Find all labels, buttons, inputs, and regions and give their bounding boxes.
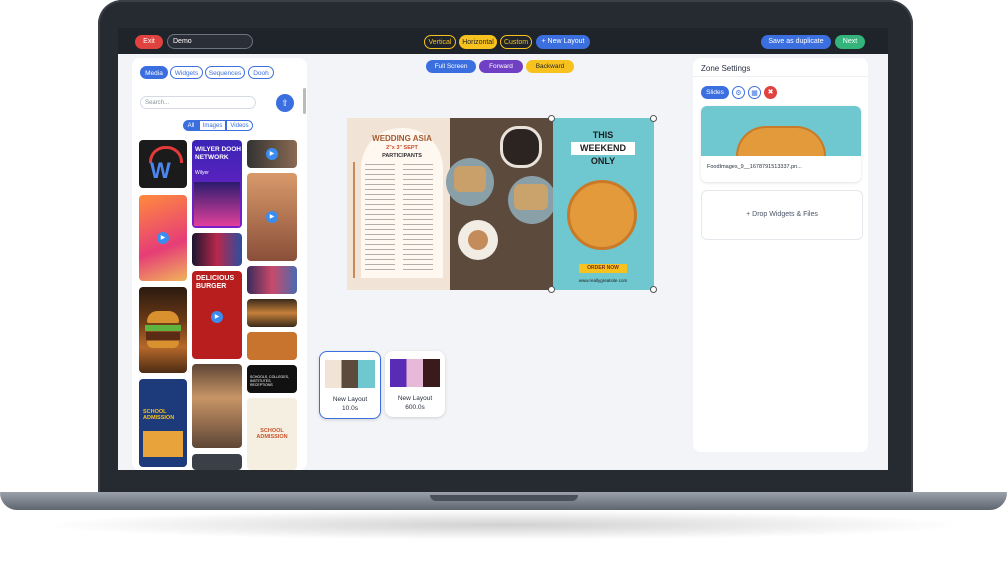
resize-handle[interactable] [650,115,657,122]
play-icon: ▶ [266,211,278,223]
full-screen-button[interactable]: Full Screen [426,60,476,73]
video-thumb-portrait[interactable]: ▶ [247,173,297,261]
media-panel: Media Widgets Sequences Dooh Search... ⇧… [132,58,307,470]
resize-handle[interactable] [548,115,555,122]
next-button[interactable]: Next [835,35,865,49]
zone-menu[interactable]: WEDDING ASIA 2"x 3" SEPT PARTICIPANTS [347,118,450,290]
orientation-vertical[interactable]: Vertical [424,35,456,49]
layout-name-input[interactable]: Demo [167,34,253,49]
calendar-icon[interactable]: ▦ [748,86,761,99]
video-thumb-dancer[interactable]: ▶ [139,195,187,281]
media-scrollbar[interactable] [303,88,306,114]
tab-widgets[interactable]: Widgets [170,66,203,79]
burger-thumb[interactable] [139,287,187,373]
stacked-burger-thumb[interactable] [192,364,242,448]
tab-sequences[interactable]: Sequences [205,66,245,79]
night-city-thumb[interactable] [247,266,297,294]
wilyer-logo-thumb[interactable]: W [139,140,187,188]
backward-button[interactable]: Backward [526,60,574,73]
play-icon: ▶ [266,148,278,160]
w-logo-icon: W [150,158,171,183]
filter-videos[interactable]: Videos [226,120,253,131]
filter-all[interactable]: All [183,120,199,131]
zone-photo[interactable] [446,118,556,290]
laptop-notch [430,495,578,501]
app-screen: Exit Demo Vertical Horizontal Custom + N… [118,28,888,470]
laptop-shadow [40,510,967,540]
orientation-horizontal[interactable]: Horizontal [459,35,497,49]
save-duplicate-button[interactable]: Save as duplicate [761,35,831,49]
city-thumb[interactable] [192,233,242,266]
pizza-image [567,180,637,250]
orientation-custom[interactable]: Custom [500,35,532,49]
pizza-thumb[interactable] [247,332,297,360]
resize-handle[interactable] [650,286,657,293]
wilyer-network-thumb[interactable]: WILYER DOOH NETWORK Wilyer [192,140,242,228]
slides-tab[interactable]: Slides [701,86,729,99]
school-admission-thumb[interactable]: SCHOOL ADMISSION [139,379,187,467]
tab-media[interactable]: Media [140,66,168,79]
delicious-burger-thumb[interactable]: DELICIOUS BURGER ▶ [192,271,242,359]
layout-card-1[interactable]: New Layout 10.0s [319,351,381,419]
new-layout-button[interactable]: + New Layout [536,35,590,49]
top-toolbar: Exit Demo Vertical Horizontal Custom + N… [118,28,888,54]
zone-pizza-promo[interactable]: THIS WEEKEND ONLY ORDER NOW www.reallygr… [553,118,654,290]
tab-dooh[interactable]: Dooh [248,66,274,79]
drop-zone[interactable]: + Drop Widgets & Files [701,190,863,240]
exit-button[interactable]: Exit [135,35,163,49]
layout-card-2[interactable]: New Layout 600.0s [385,351,445,417]
text-thumb[interactable]: SCHOOLS, COLLEGES, INSTITUTES, RECEPTION… [247,365,297,393]
school-admission-thumb-2[interactable]: SCHOOL ADMISSION [247,398,297,470]
burger-small-thumb[interactable] [247,299,297,327]
filter-images[interactable]: Images [199,120,226,131]
forward-button[interactable]: Forward [479,60,523,73]
resize-handle[interactable] [548,286,555,293]
zone-settings-panel: Zone Settings Slides ⚙ ▦ ✖ FoodImages_9_… [693,58,868,452]
layout-canvas[interactable]: WEDDING ASIA 2"x 3" SEPT PARTICIPANTS TH… [347,118,654,290]
zone-settings-title: Zone Settings [701,64,751,73]
slide-thumbnail [701,106,861,156]
delete-icon[interactable]: ✖ [764,86,777,99]
media-thumb[interactable] [192,454,242,470]
upload-icon[interactable]: ⇧ [276,94,294,112]
slide-card[interactable]: FoodImages_9__1678791513337.pn... [701,106,861,182]
play-icon: ▶ [157,232,169,244]
search-input[interactable]: Search... [140,96,256,109]
video-thumb-small[interactable]: ▶ [247,140,297,168]
settings-icon[interactable]: ⚙ [732,86,745,99]
play-icon: ▶ [211,311,223,323]
